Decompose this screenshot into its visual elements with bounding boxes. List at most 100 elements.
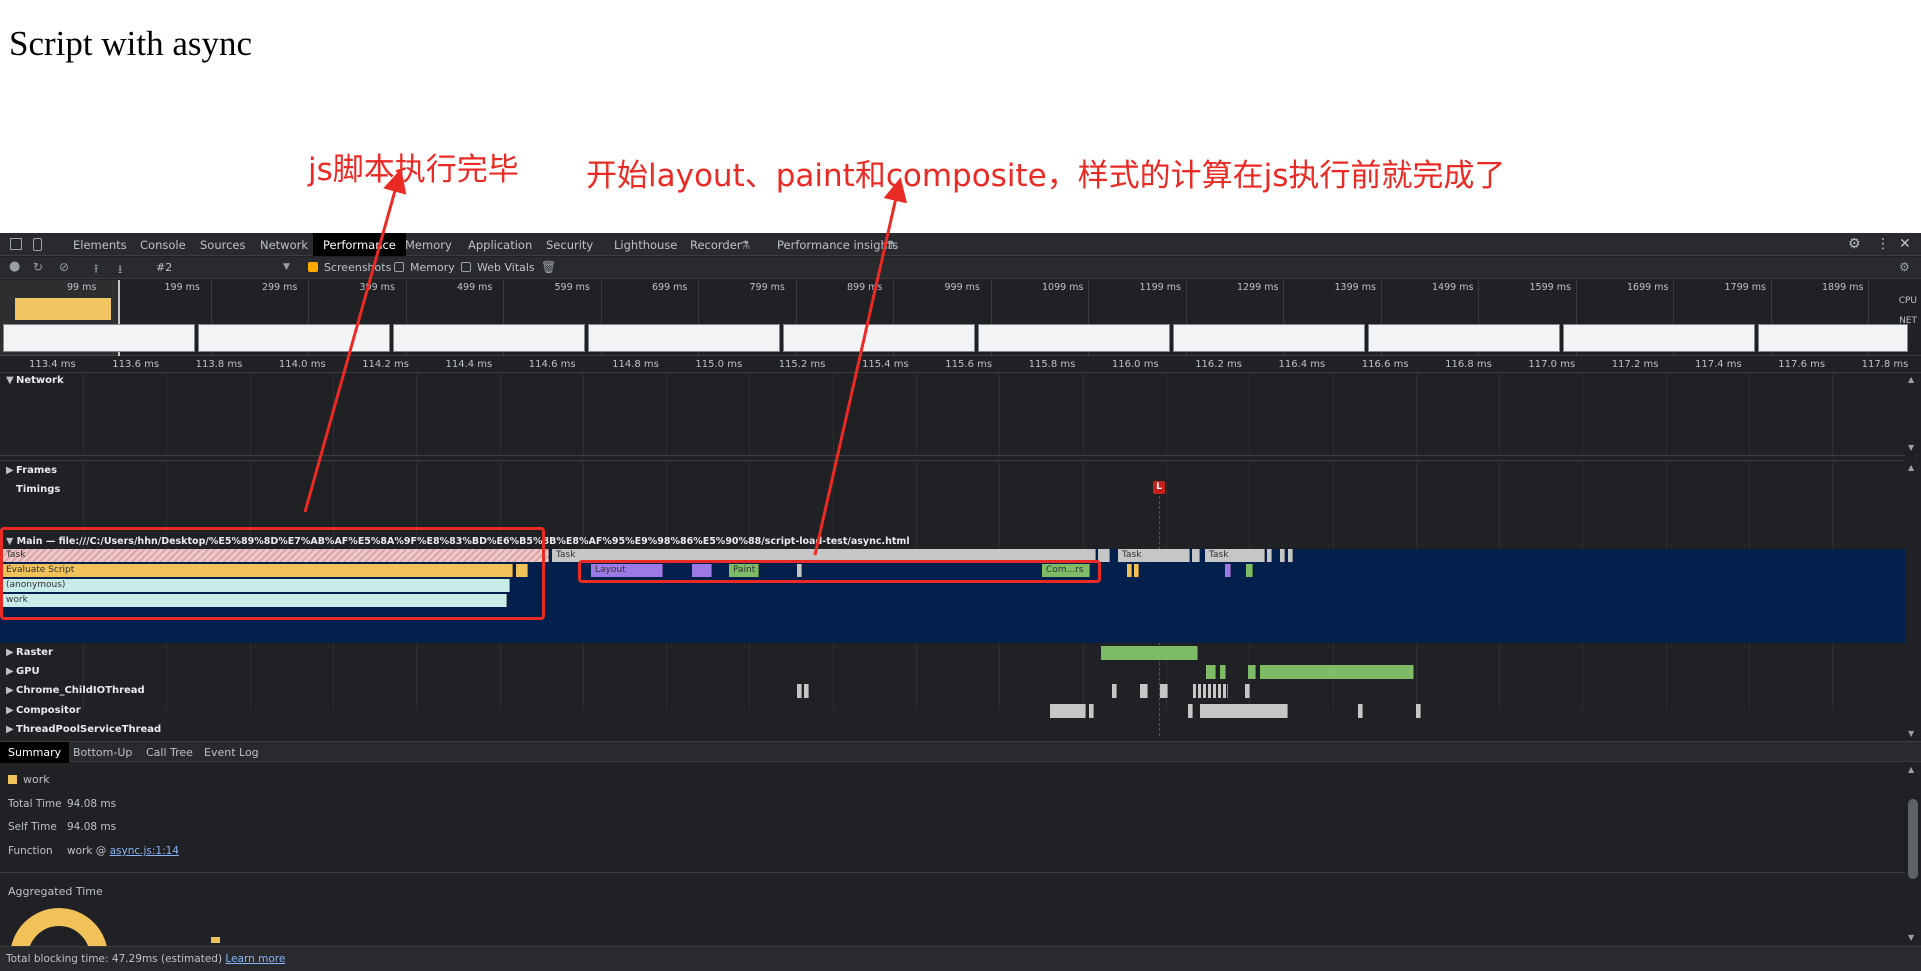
gpu-block[interactable]	[1260, 665, 1414, 679]
tab-security[interactable]: Security	[546, 238, 593, 252]
gpu-track-label[interactable]: ▶ GPU	[6, 666, 40, 677]
tab-lighthouse[interactable]: Lighthouse	[614, 238, 677, 252]
tab-elements[interactable]: Elements	[73, 238, 127, 252]
reload-record-icon[interactable]: ↻	[33, 260, 43, 274]
io-block[interactable]	[1245, 684, 1250, 698]
timeline-overview[interactable]: 99 ms 199 ms 299 ms 399 ms 499 ms 599 ms 699 m…	[0, 280, 1921, 356]
task-block[interactable]	[1280, 549, 1285, 562]
screenshot-thumbnail[interactable]	[3, 324, 195, 352]
overview-tick-label: 699 ms	[652, 282, 688, 293]
compositor-block[interactable]	[1416, 704, 1421, 718]
io-block[interactable]	[804, 684, 809, 698]
close-devtools-icon[interactable]: ✕	[1899, 236, 1911, 252]
trash-icon[interactable]: 🗑	[541, 260, 556, 274]
collapse-triangle-icon: ▶	[6, 705, 14, 716]
screenshot-thumbnail[interactable]	[1368, 324, 1560, 352]
tab-sources[interactable]: Sources	[200, 238, 246, 252]
screenshot-thumbnail[interactable]	[783, 324, 975, 352]
timings-track-label: Timings	[16, 484, 61, 495]
tab-memory[interactable]: Memory	[405, 238, 452, 252]
performance-toolbar: ● ↻ ⊘ ⭱ ⭳ #2 ▼ Screenshots Memory Web Vi…	[0, 257, 1921, 279]
network-scrollbar[interactable]: ▲ ▼	[1905, 373, 1921, 455]
ruler-tick-label: 114.4 ms	[445, 359, 493, 370]
learn-more-link[interactable]: Learn more	[225, 953, 285, 965]
tab-console[interactable]: Console	[140, 238, 186, 252]
script-block[interactable]	[1127, 564, 1132, 577]
tab-event-log[interactable]: Event Log	[204, 746, 259, 759]
task-block[interactable]: Task	[1118, 549, 1190, 562]
screenshot-thumbnail[interactable]	[393, 324, 585, 352]
capture-settings-gear-icon[interactable]: ⚙	[1899, 260, 1910, 274]
ruler-tick-label: 117.8 ms	[1861, 359, 1909, 370]
network-track-label[interactable]: ▼ Network	[6, 375, 64, 386]
io-block[interactable]	[1193, 684, 1228, 698]
category-color-swatch	[8, 775, 17, 784]
screenshot-thumbnail[interactable]	[588, 324, 780, 352]
memory-checkbox[interactable]	[394, 262, 404, 272]
task-block[interactable]	[1098, 549, 1110, 562]
function-row: Function work @ async.js:1:14	[8, 845, 179, 857]
io-block[interactable]	[1160, 684, 1168, 698]
device-toolbar-icon[interactable]	[33, 238, 42, 251]
compositor-block[interactable]	[1050, 704, 1086, 718]
raster-track-label[interactable]: ▶ Raster	[6, 647, 53, 658]
screenshot-thumbnail[interactable]	[1563, 324, 1755, 352]
inspect-element-icon[interactable]	[10, 238, 22, 250]
memory-label: Memory	[410, 261, 455, 274]
tab-performance[interactable]: Performance	[313, 233, 406, 256]
tab-network[interactable]: Network	[260, 238, 308, 252]
compositor-block[interactable]	[1188, 704, 1193, 718]
tab-recorder[interactable]: Recorder	[690, 238, 742, 252]
load-event-marker[interactable]: L	[1153, 481, 1165, 494]
compositor-track-label[interactable]: ▶ Compositor	[6, 705, 81, 716]
chevron-down-icon[interactable]: ▼	[283, 262, 290, 272]
io-block[interactable]	[1140, 684, 1148, 698]
task-block[interactable]	[1267, 549, 1272, 562]
tab-performance-insights[interactable]: Performance insights	[777, 238, 898, 252]
tracks-scrollbar[interactable]: ▲ ▼	[1905, 461, 1921, 741]
web-vitals-checkbox[interactable]	[461, 262, 471, 272]
upload-profile-icon[interactable]: ⭱	[94, 260, 98, 281]
task-block[interactable]	[1288, 549, 1293, 562]
settings-gear-icon[interactable]: ⚙	[1848, 236, 1861, 252]
screenshot-thumbnail[interactable]	[198, 324, 390, 352]
paint-block[interactable]	[1246, 564, 1253, 577]
gpu-block[interactable]	[1248, 665, 1256, 679]
io-block[interactable]	[1112, 684, 1117, 698]
task-block[interactable]	[1192, 549, 1200, 562]
task-block[interactable]: Task	[1205, 549, 1265, 562]
clear-icon[interactable]: ⊘	[59, 260, 69, 274]
ruler-tick-label: 113.4 ms	[29, 359, 76, 370]
compositor-block[interactable]	[1089, 704, 1094, 718]
gpu-block[interactable]	[1220, 665, 1226, 679]
tab-call-tree[interactable]: Call Tree	[146, 746, 193, 759]
io-block[interactable]	[797, 684, 802, 698]
screenshots-checkbox[interactable]	[308, 262, 318, 272]
record-icon[interactable]: ●	[9, 259, 20, 274]
layout-block[interactable]	[1225, 564, 1231, 577]
tab-summary[interactable]: Summary	[0, 742, 70, 763]
overview-tick-label: 499 ms	[457, 282, 493, 293]
script-block[interactable]	[1134, 564, 1139, 577]
threadpool-track-label[interactable]: ▶ ThreadPoolServiceThread	[6, 724, 161, 735]
io-thread-track-label[interactable]: ▶ Chrome_ChildIOThread	[6, 685, 145, 696]
screenshot-thumbnail[interactable]	[1173, 324, 1365, 352]
ruler-tick-label: 116.8 ms	[1445, 359, 1492, 370]
frames-track-label[interactable]: ▶ Frames	[6, 465, 57, 476]
gpu-block[interactable]	[1206, 665, 1216, 679]
compositor-block[interactable]	[1200, 704, 1288, 718]
track-splitter[interactable]	[0, 455, 1905, 461]
tab-application[interactable]: Application	[468, 238, 532, 252]
profile-select[interactable]: #2	[156, 261, 172, 274]
compositor-block[interactable]	[1358, 704, 1363, 718]
raster-block[interactable]	[1101, 646, 1198, 660]
summary-scrollbar[interactable]: ▲ ▼	[1905, 763, 1921, 946]
more-options-icon[interactable]: ⋮	[1876, 236, 1890, 252]
tab-bottom-up[interactable]: Bottom-Up	[73, 746, 132, 759]
screenshot-thumbnail[interactable]	[978, 324, 1170, 352]
screenshot-thumbnail[interactable]	[1758, 324, 1908, 352]
overview-tick-label: 1299 ms	[1237, 282, 1279, 293]
download-profile-icon[interactable]: ⭳	[118, 260, 122, 281]
function-source-link[interactable]: async.js:1:14	[110, 845, 179, 857]
self-time-row: Self Time 94.08 ms	[8, 821, 117, 833]
